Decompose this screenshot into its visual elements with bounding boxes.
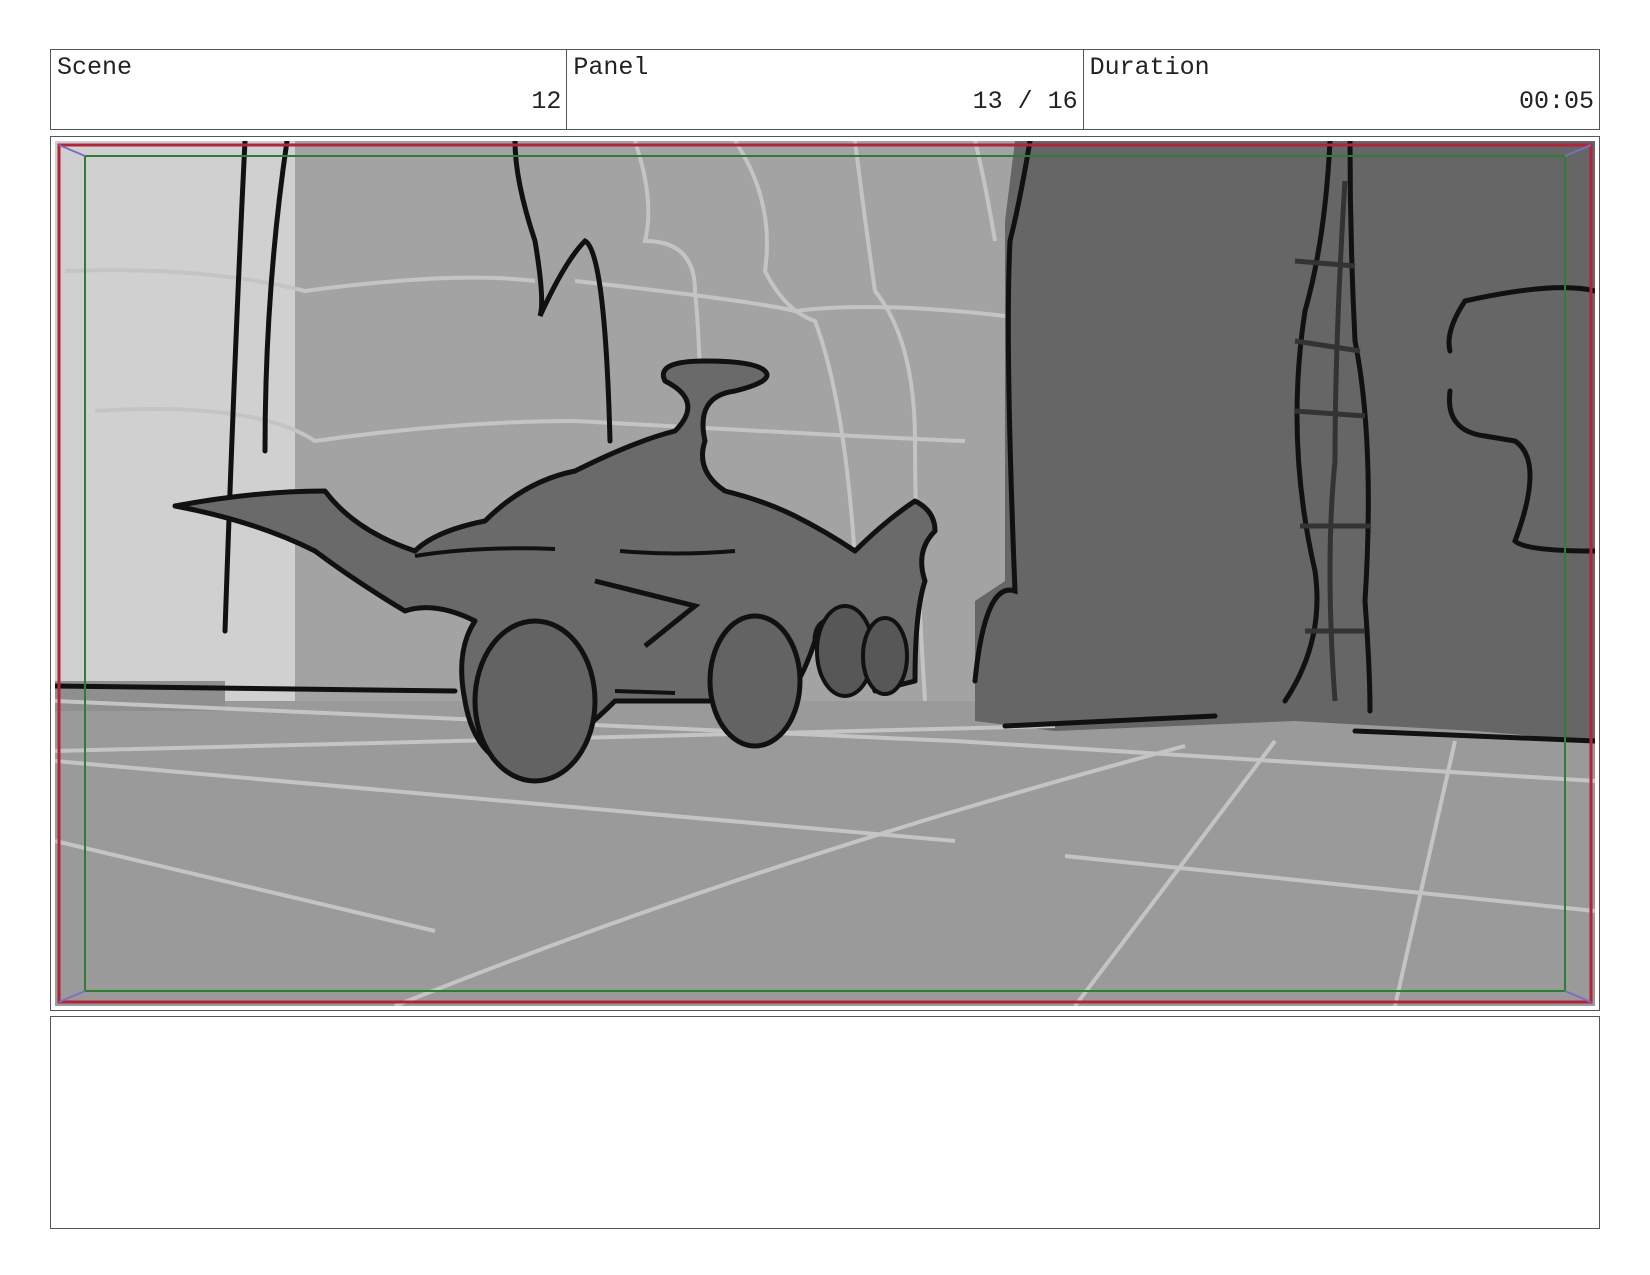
notes-box: [50, 1016, 1600, 1229]
scene-number: 12: [531, 87, 562, 116]
duration-label: Duration: [1089, 53, 1210, 82]
panel-label: Panel: [573, 53, 649, 82]
sketch-light-wall: [55, 141, 295, 701]
panel-header: Scene 12 Panel 13 / 16 Duration 00:05: [50, 49, 1600, 130]
duration-value: 00:05: [1518, 87, 1594, 116]
panel-cell: Panel 13 / 16: [567, 50, 1084, 129]
panel-number: 13 / 16: [972, 87, 1078, 116]
duration-cell: Duration 00:05: [1084, 50, 1599, 129]
storyboard-frame: [50, 136, 1600, 1011]
scene-cell: Scene 12: [51, 50, 568, 129]
scene-label: Scene: [57, 53, 133, 82]
sketch-image: [55, 141, 1595, 1006]
